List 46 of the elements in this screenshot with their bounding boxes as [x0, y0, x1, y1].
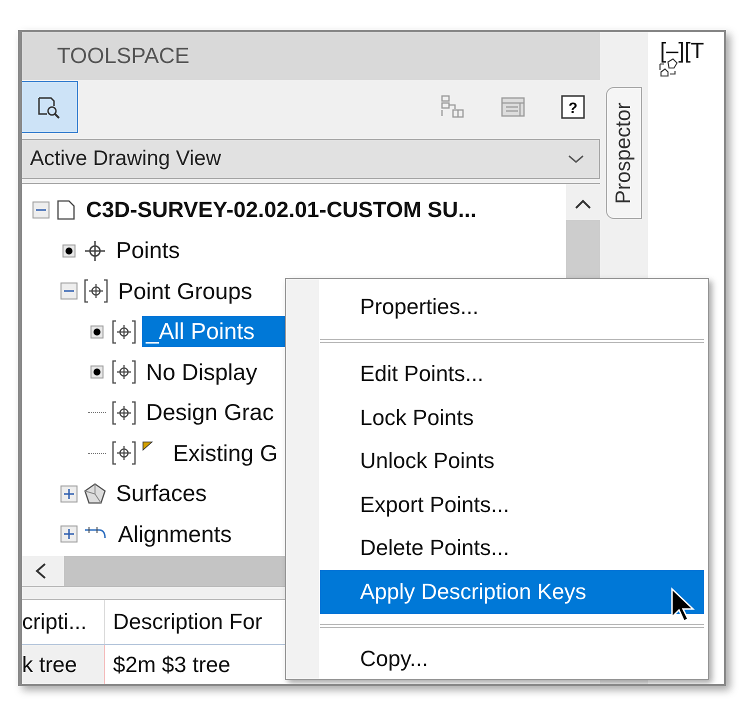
tree-item[interactable]: C3D-SURVEY-02.02.01-CUSTOM SU... [82, 195, 480, 226]
viewport-controls-label[interactable]: [–][T [660, 38, 704, 64]
tree-item[interactable]: Point Groups [114, 276, 256, 307]
table-cell: k tree [22, 645, 105, 684]
help-icon[interactable]: ? [560, 94, 586, 120]
node-expander-icon[interactable] [88, 363, 106, 382]
expand-icon[interactable] [60, 484, 78, 503]
point-group-icon [111, 400, 137, 426]
menu-item[interactable]: Edit Points... [320, 352, 704, 396]
document-icon [55, 198, 77, 222]
point-group-icon [83, 278, 109, 304]
zoom-icon [36, 95, 62, 119]
collapse-icon[interactable] [60, 282, 78, 300]
tree-item[interactable]: _All Points [142, 316, 285, 348]
menu-item[interactable]: Unlock Points [320, 440, 704, 483]
item-view-button[interactable] [22, 81, 78, 133]
column-header[interactable]: cripti... [22, 600, 105, 644]
menu-item[interactable]: Delete Points... [320, 526, 704, 570]
column-header[interactable]: Description For [105, 600, 262, 644]
menu-item[interactable]: Lock Points [320, 396, 704, 440]
chevron-down-icon [567, 153, 585, 165]
tree-item[interactable]: Existing G [169, 438, 282, 469]
collapse-icon[interactable] [32, 201, 50, 220]
prospector-tab[interactable]: Prospector [606, 87, 642, 219]
point-group-icon [111, 440, 137, 466]
node-expander-icon[interactable] [60, 242, 78, 260]
expand-icon[interactable] [60, 525, 78, 544]
tree-item[interactable]: Points [112, 235, 184, 266]
chevron-left-icon[interactable] [34, 562, 48, 580]
menu-item[interactable]: Export Points... [320, 483, 704, 526]
tree-item[interactable]: Alignments [114, 518, 236, 550]
tree-item[interactable]: Design Grac [142, 397, 278, 428]
table-cell-text: $2m $3 tree [112, 651, 230, 679]
view-dropdown[interactable]: Active Drawing View [22, 139, 600, 179]
tree-item[interactable]: No Display [142, 356, 262, 388]
chevron-up-icon[interactable] [574, 198, 592, 210]
crosshair-icon [83, 238, 107, 263]
menu-item[interactable]: Properties... [320, 285, 704, 328]
point-group-icon [111, 359, 137, 386]
menu-item[interactable]: Copy... [320, 638, 704, 681]
tree-item[interactable]: Surfaces [112, 478, 211, 510]
panel-title: TOOLSPACE [57, 43, 190, 69]
point-group-icon [111, 318, 137, 345]
node-expander-icon[interactable] [88, 322, 106, 341]
pentagon-icon [83, 482, 107, 506]
menu-item[interactable]: Apply Description Keys [320, 570, 704, 614]
